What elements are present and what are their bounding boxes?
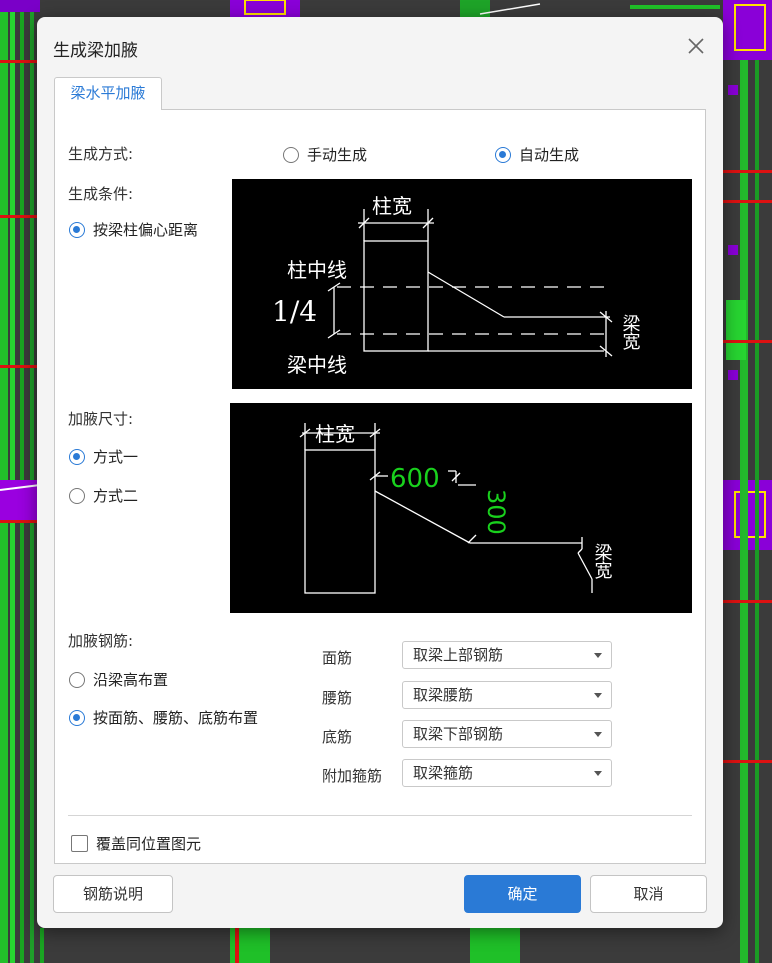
tab-beam-horizontal-haunch[interactable]: 梁水平加腋 [54, 77, 162, 110]
radio-mode-one-indicator[interactable] [69, 448, 85, 465]
rebar-help-button[interactable]: 钢筋说明 [53, 875, 173, 913]
radio-along-height-label: 沿梁高布置 [93, 671, 169, 689]
radio-along-beam-height[interactable]: 沿梁高布置 [69, 669, 168, 690]
diagram1-ratio: 1/4 [272, 295, 317, 328]
extra-stirrup-select[interactable]: 取梁箍筋 [402, 759, 612, 787]
diagram1-column-width: 柱宽 [372, 194, 412, 218]
generate-beam-haunch-dialog: 生成梁加腋 梁水平加腋 生成方式: 手动生成 自动生成 生成条件: 按梁柱偏心距… [37, 17, 723, 928]
radio-manual-generate[interactable]: 手动生成 [283, 144, 367, 165]
generate-mode-label: 生成方式: [68, 145, 134, 163]
ok-button[interactable]: 确定 [464, 875, 581, 913]
top-rebar-label: 面筋 [322, 649, 353, 667]
tab-panel: 生成方式: 手动生成 自动生成 生成条件: 按梁柱偏心距离 柱宽 柱中线 1/4… [54, 109, 706, 864]
radio-manual-indicator[interactable] [283, 146, 299, 163]
override-checkbox-box[interactable] [71, 835, 88, 852]
diagram2-beam-width: 梁宽 [592, 543, 613, 579]
radio-along-height-indicator[interactable] [69, 671, 85, 688]
diagram1-beam-width: 梁宽 [620, 314, 641, 350]
radio-manual-label: 手动生成 [307, 146, 368, 164]
top-rebar-select[interactable]: 取梁上部钢筋 [402, 641, 612, 669]
chevron-down-icon [594, 653, 602, 658]
close-icon[interactable] [685, 35, 707, 57]
override-same-position-checkbox[interactable]: 覆盖同位置图元 [71, 833, 201, 854]
diagram1-column-centerline: 柱中线 [287, 258, 347, 282]
radio-mode-one-label: 方式一 [93, 448, 139, 466]
extra-stirrup-label: 附加箍筋 [322, 767, 383, 785]
haunch-size-diagram: 柱宽 600 300 梁宽 [230, 403, 692, 613]
chevron-down-icon [594, 771, 602, 776]
top-rebar-value: 取梁上部钢筋 [413, 646, 504, 664]
diagram2-length: 600 [390, 464, 440, 494]
radio-auto-label: 自动生成 [519, 146, 580, 164]
bottom-rebar-select[interactable]: 取梁下部钢筋 [402, 720, 612, 748]
waist-rebar-value: 取梁腰筋 [413, 686, 474, 704]
waist-rebar-label: 腰筋 [322, 689, 353, 707]
extra-stirrup-value: 取梁箍筋 [413, 764, 474, 782]
radio-auto-indicator[interactable] [495, 146, 511, 163]
radio-auto-generate[interactable]: 自动生成 [495, 144, 579, 165]
radio-mode-two-indicator[interactable] [69, 487, 85, 504]
radio-by-top-waist-bottom[interactable]: 按面筋、腰筋、底筋布置 [69, 707, 258, 728]
override-checkbox-label: 覆盖同位置图元 [96, 835, 202, 853]
diagram2-column-width: 柱宽 [315, 422, 355, 446]
radio-mode-two[interactable]: 方式二 [69, 485, 138, 506]
radio-by-rebar-indicator[interactable] [69, 709, 85, 726]
bottom-rebar-value: 取梁下部钢筋 [413, 725, 504, 743]
chevron-down-icon [594, 732, 602, 737]
generate-condition-label: 生成条件: [68, 185, 134, 203]
radio-eccentric-indicator[interactable] [69, 221, 85, 238]
radio-mode-two-label: 方式二 [93, 487, 139, 505]
haunch-rebar-label: 加腋钢筋: [68, 632, 134, 650]
bottom-rebar-label: 底筋 [322, 728, 353, 746]
radio-by-rebar-label: 按面筋、腰筋、底筋布置 [93, 709, 259, 727]
radio-mode-one[interactable]: 方式一 [69, 446, 138, 467]
dialog-title: 生成梁加腋 [53, 41, 138, 61]
radio-eccentric-label: 按梁柱偏心距离 [93, 221, 199, 239]
eccentric-distance-diagram: 柱宽 柱中线 1/4 梁中线 梁宽 [232, 179, 692, 389]
chevron-down-icon [594, 693, 602, 698]
diagram2-width: 300 [482, 489, 510, 535]
waist-rebar-select[interactable]: 取梁腰筋 [402, 681, 612, 709]
divider [68, 815, 692, 816]
haunch-size-label: 加腋尺寸: [68, 410, 134, 428]
diagram1-beam-centerline: 梁中线 [287, 353, 347, 377]
cancel-button[interactable]: 取消 [590, 875, 707, 913]
radio-eccentric-distance[interactable]: 按梁柱偏心距离 [69, 219, 198, 240]
